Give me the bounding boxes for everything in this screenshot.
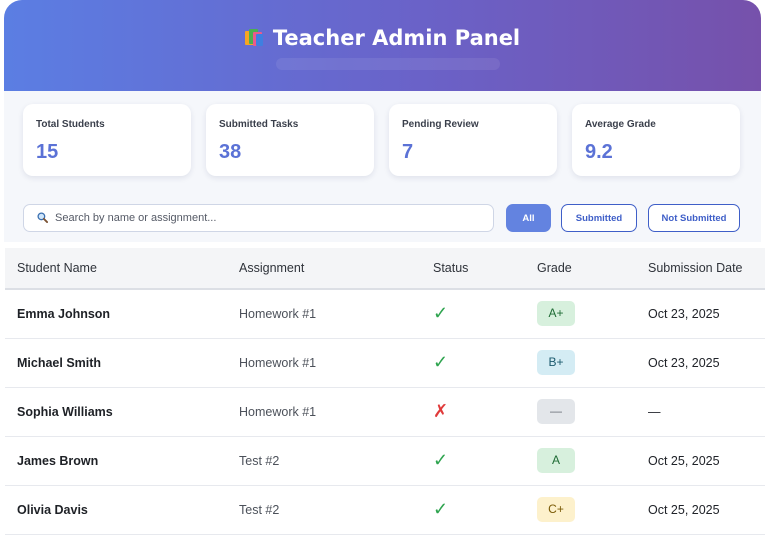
- stat-label: Total Students: [36, 119, 105, 130]
- status-check-icon: ✓: [433, 352, 449, 372]
- table-row[interactable]: James Brown Test #2 ✓ A Oct 25, 2025: [5, 437, 765, 486]
- table-row[interactable]: Emma Johnson Homework #1 ✓ A+ Oct 23, 20…: [5, 290, 765, 339]
- stat-card-average-grade: Average Grade 9.2: [572, 104, 740, 176]
- status-check-icon: ✓: [433, 450, 449, 470]
- search-box[interactable]: [23, 204, 494, 232]
- column-header-status[interactable]: Status: [433, 261, 468, 275]
- grade-badge: B+: [537, 350, 575, 375]
- stat-card-submitted-tasks: Submitted Tasks 38: [206, 104, 374, 176]
- student-name: Emma Johnson: [17, 307, 111, 321]
- status-cross-icon: ✗: [433, 401, 449, 421]
- stat-card-pending-review: Pending Review 7: [389, 104, 557, 176]
- stat-value: 38: [219, 141, 242, 163]
- column-header-assignment[interactable]: Assignment: [239, 261, 304, 275]
- stat-label: Submitted Tasks: [219, 119, 299, 130]
- search-icon: [37, 212, 48, 223]
- assignment-name: Homework #1: [239, 405, 317, 419]
- assignment-name: Test #2: [239, 503, 280, 517]
- stat-card-total-students: Total Students 15: [23, 104, 191, 176]
- stat-label: Average Grade: [585, 119, 656, 130]
- submission-date: Oct 25, 2025: [648, 454, 720, 468]
- books-icon: [244, 29, 263, 46]
- student-name: Michael Smith: [17, 356, 102, 370]
- filter-all-button[interactable]: All: [506, 204, 551, 232]
- stat-value: 9.2: [585, 141, 613, 163]
- grade-badge: —: [537, 399, 575, 424]
- column-header-grade[interactable]: Grade: [537, 261, 572, 275]
- search-input[interactable]: [55, 205, 475, 231]
- grade-badge: C+: [537, 497, 575, 522]
- header-decoration: [276, 58, 500, 70]
- grade-badge: A: [537, 448, 575, 473]
- top-panel: Teacher Admin Panel Total Students 15 Su…: [4, 0, 761, 242]
- student-name: James Brown: [17, 454, 99, 468]
- submission-date: Oct 23, 2025: [648, 307, 720, 321]
- student-name: Sophia Williams: [17, 405, 113, 419]
- assignment-name: Test #2: [239, 454, 280, 468]
- header-banner: Teacher Admin Panel: [4, 0, 761, 91]
- status-check-icon: ✓: [433, 303, 449, 323]
- table-row[interactable]: Michael Smith Homework #1 ✓ B+ Oct 23, 2…: [5, 339, 765, 388]
- stat-label: Pending Review: [402, 119, 479, 130]
- assignment-name: Homework #1: [239, 307, 317, 321]
- column-header-student-name[interactable]: Student Name: [17, 261, 97, 275]
- stat-value: 7: [402, 141, 414, 163]
- table-header: Student Name Assignment Status Grade Sub…: [5, 248, 765, 290]
- table-row[interactable]: Sophia Williams Homework #1 ✗ — —: [5, 388, 765, 437]
- grade-badge: A+: [537, 301, 575, 326]
- stat-value: 15: [36, 141, 59, 163]
- status-check-icon: ✓: [433, 499, 449, 519]
- filter-not-submitted-button[interactable]: Not Submitted: [648, 204, 740, 232]
- submission-date: Oct 25, 2025: [648, 503, 720, 517]
- page-title-text: Teacher Admin Panel: [272, 26, 521, 50]
- student-name: Olivia Davis: [17, 503, 88, 517]
- table-row[interactable]: Olivia Davis Test #2 ✓ C+ Oct 25, 2025: [5, 486, 765, 535]
- column-header-submission-date[interactable]: Submission Date: [648, 261, 743, 275]
- submission-date: —: [648, 405, 661, 419]
- filter-submitted-button[interactable]: Submitted: [561, 204, 637, 232]
- page-title: Teacher Admin Panel: [4, 24, 761, 52]
- submission-date: Oct 23, 2025: [648, 356, 720, 370]
- assignment-name: Homework #1: [239, 356, 317, 370]
- submissions-table: Student Name Assignment Status Grade Sub…: [5, 248, 765, 535]
